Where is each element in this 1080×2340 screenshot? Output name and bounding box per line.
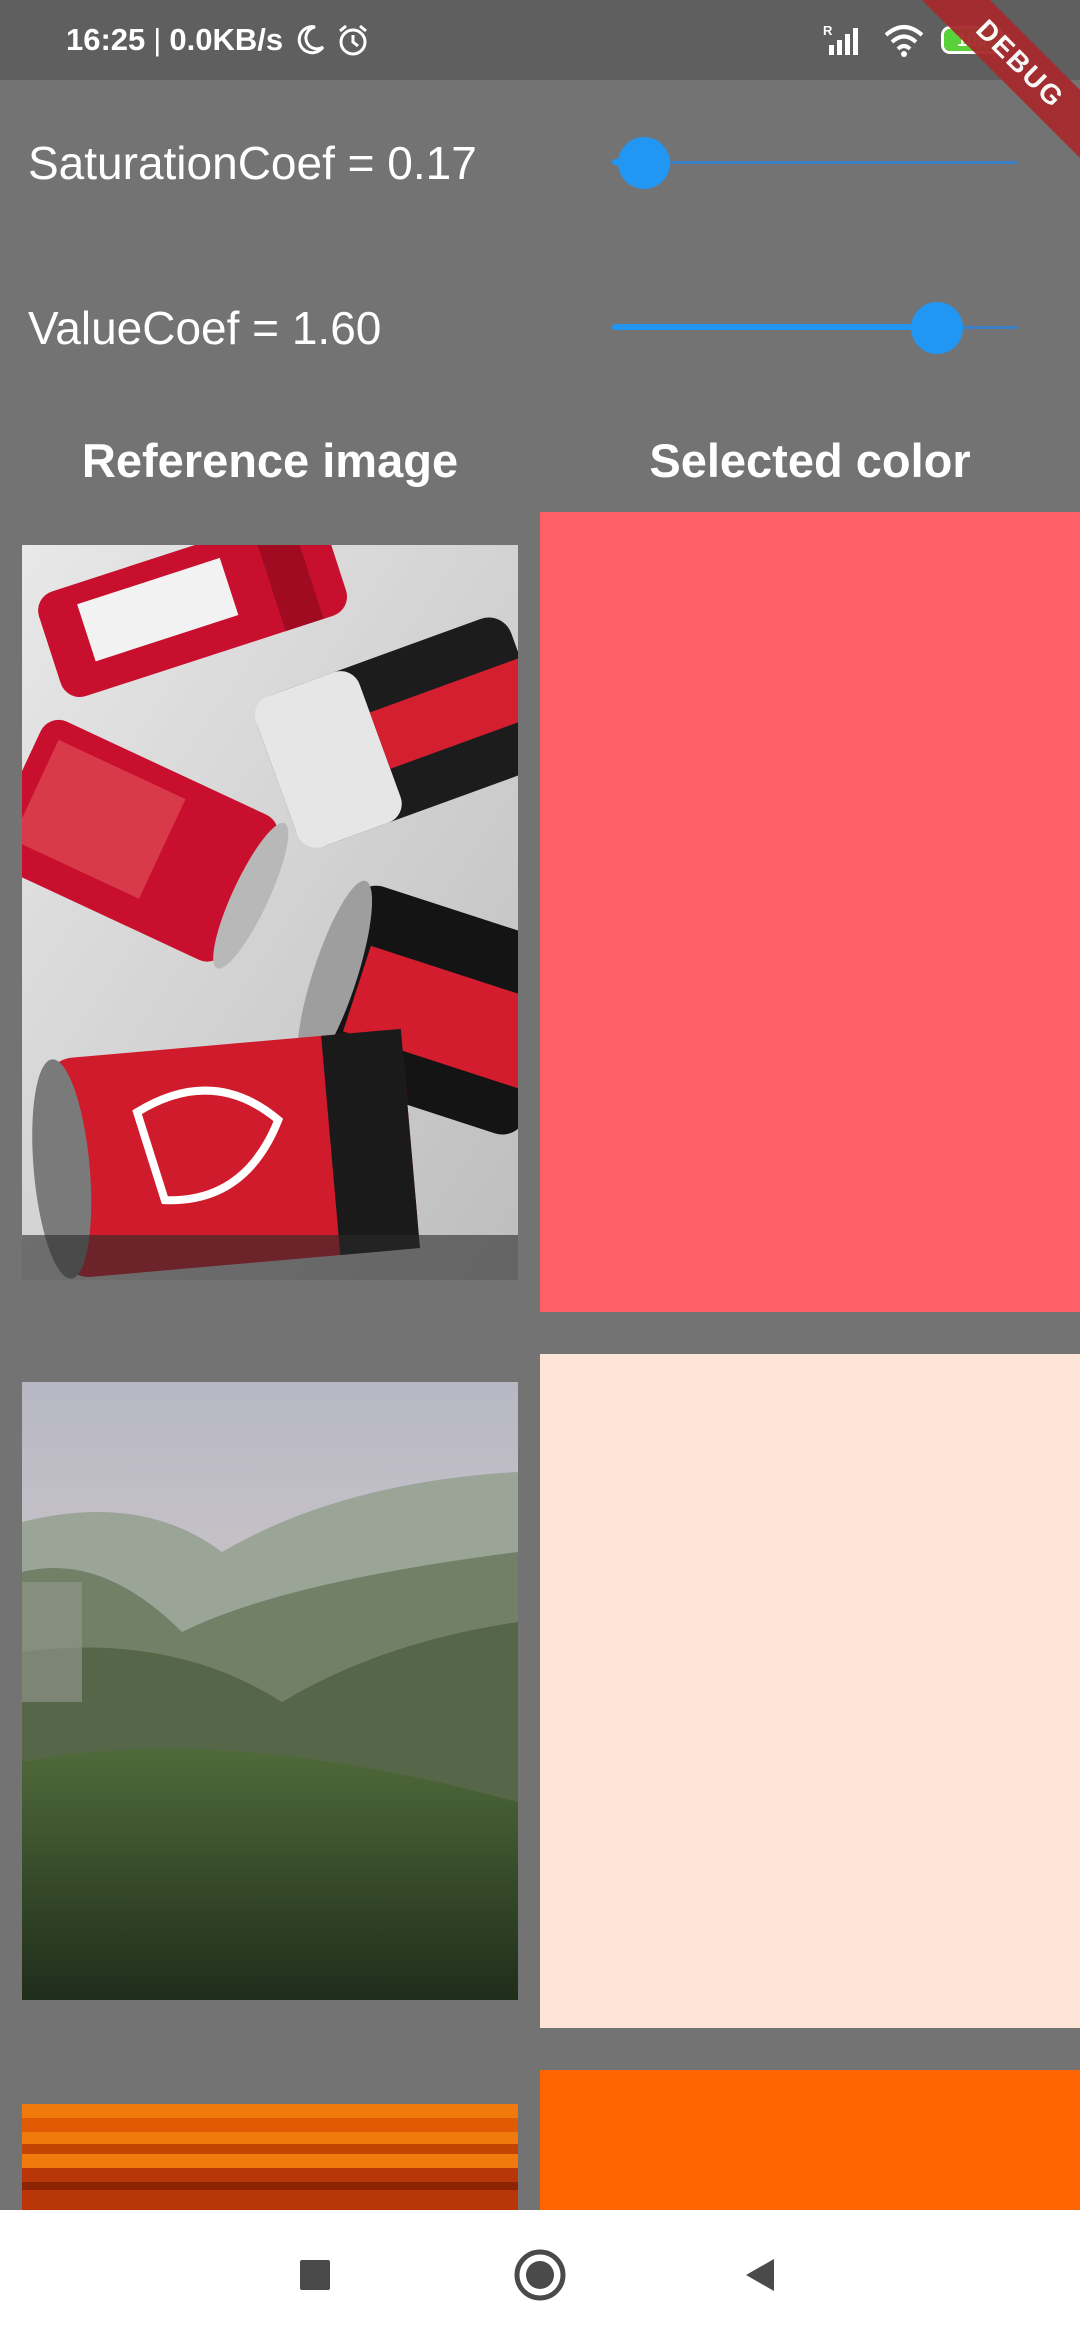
selected-color-swatch-3 (540, 2070, 1080, 2210)
svg-text:R: R (823, 23, 833, 38)
back-button[interactable] (700, 2210, 820, 2340)
value-slider-row: ValueCoef = 1.60 (0, 278, 1080, 378)
selected-color-swatch-1 (540, 512, 1080, 1312)
status-time: 16:25 (66, 22, 146, 57)
selected-color-swatch-2 (540, 1354, 1080, 2028)
moon-icon (297, 25, 325, 55)
saturation-slider[interactable] (612, 113, 1018, 213)
reference-image-header: Reference image (81, 434, 459, 487)
selected-color-header: Selected color (649, 434, 971, 487)
recents-button[interactable] (255, 2210, 375, 2340)
value-slider[interactable] (612, 278, 1018, 378)
status-net-speed: 0.0KB/s (169, 22, 284, 57)
recents-square-icon (300, 2260, 330, 2290)
status-left: 16:25 | 0.0KB/s (66, 0, 371, 80)
value-slider-active-track (612, 324, 937, 330)
home-button[interactable] (480, 2210, 600, 2340)
back-triangle-icon (746, 2259, 774, 2291)
status-bar: 16:25 | 0.0KB/s R (0, 0, 1080, 80)
navigation-bar (0, 2210, 1080, 2340)
saturation-slider-thumb[interactable] (618, 137, 671, 189)
reference-image-orange[interactable] (22, 2104, 518, 2210)
value-label: ValueCoef = 1.60 (28, 302, 382, 354)
wifi-icon (884, 25, 924, 57)
reference-image-landscape[interactable] (22, 1382, 518, 2000)
reference-image-cans[interactable] (22, 545, 518, 1280)
saturation-slider-track[interactable] (612, 161, 1018, 164)
home-circle-icon (514, 2249, 566, 2301)
alarm-icon (339, 24, 368, 56)
status-separator: | (153, 22, 162, 57)
value-slider-thumb[interactable] (910, 302, 963, 354)
saturation-label: SaturationCoef = 0.17 (28, 137, 477, 189)
signal-icon: R (823, 23, 858, 55)
saturation-slider-row: SaturationCoef = 0.17 (0, 113, 1080, 213)
